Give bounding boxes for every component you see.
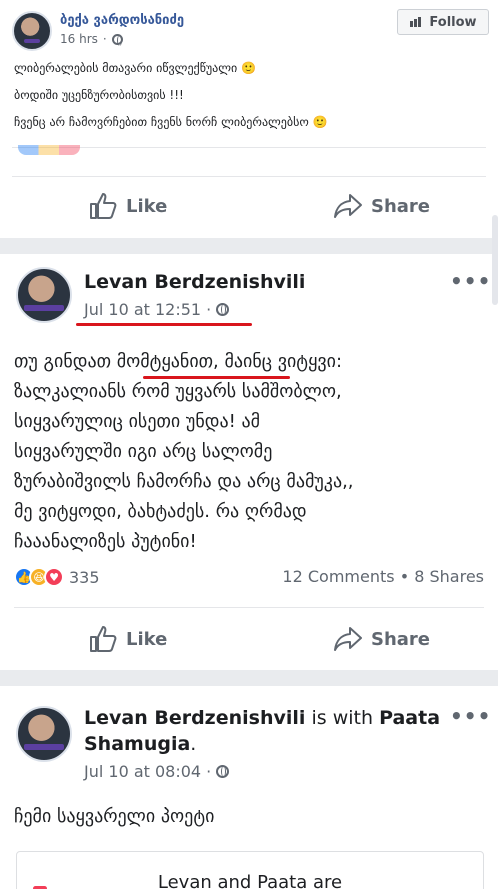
avatar-band	[24, 39, 40, 43]
avatar-band	[24, 305, 64, 311]
post-time[interactable]: Jul 10 at 12:51	[84, 300, 201, 319]
post-line: სიყვარულიც ისეთი უნდა! ამ	[14, 411, 261, 432]
author-name[interactable]: ბექა ვარდოსანიძე	[60, 13, 184, 28]
post-line: თუ გინდათ მომტყანით, მაინც ვიტყვი:	[14, 351, 343, 372]
highlight-underline	[143, 376, 290, 379]
post-line: ლიბერალების მთავარი იწვლექწუალი 🙂	[14, 61, 257, 75]
more-options-button[interactable]: •••	[450, 704, 491, 728]
author-avatar[interactable]	[16, 267, 72, 323]
globe-icon	[111, 33, 123, 46]
shares-count[interactable]: 8 Shares	[414, 567, 484, 586]
author-name[interactable]: Levan Berdzenishvili	[84, 707, 305, 729]
reactions-summary[interactable]: 👍 😆 ♥ 335	[14, 567, 100, 587]
post-line: ჩვენც არ ჩამოვრჩებით ჩვენს ნორჩ ლიბერალე…	[14, 115, 328, 129]
divider	[14, 607, 484, 608]
divider	[12, 147, 486, 148]
tagged-name[interactable]: Paata	[379, 707, 440, 729]
share-label: Share	[371, 195, 431, 217]
love-reaction-icon: ♥	[44, 567, 64, 587]
post-line: ჩააანალიზეს პუტინი!	[14, 531, 197, 552]
like-button[interactable]: Like	[88, 192, 167, 220]
post-line: სიყვარულში იგი არც სალომე	[14, 441, 273, 462]
author-avatar[interactable]	[16, 706, 72, 762]
post-time[interactable]: Jul 10 at 08:04	[84, 762, 201, 781]
post-time[interactable]: 16 hrs	[60, 32, 98, 46]
author-name[interactable]: Levan Berdzenishvili	[84, 271, 305, 293]
scrollbar[interactable]	[492, 215, 498, 305]
post-line: ბოდიში უცენზურობისთვის !!!	[14, 88, 184, 102]
engagement-counts: 12 Comments • 8 Shares	[282, 567, 484, 586]
post-meta: 16 hrs ·	[60, 32, 123, 46]
follow-button[interactable]: Follow	[397, 9, 489, 35]
more-options-button[interactable]: •••	[450, 269, 491, 293]
attachment-card[interactable]: Levan and Paata are	[16, 851, 484, 889]
share-arrow-icon	[334, 194, 362, 218]
post-body: ჩემი საყვარელი პოეტი	[14, 806, 215, 827]
feed-gap	[0, 238, 498, 254]
share-button[interactable]: Share	[333, 625, 430, 653]
post-line: ზალკალიანს რომ უყვარს სამშობლო,	[14, 381, 342, 402]
reaction-peek	[18, 145, 80, 155]
post-meta: Jul 10 at 12:51 ·	[84, 300, 230, 319]
highlight-underline	[76, 323, 252, 326]
share-button[interactable]: Share	[333, 192, 430, 220]
follow-icon	[410, 17, 422, 27]
globe-icon	[216, 303, 230, 316]
like-button[interactable]: Like	[88, 625, 167, 653]
avatar-band	[24, 744, 64, 750]
author-avatar[interactable]	[12, 11, 52, 51]
globe-icon	[216, 765, 230, 778]
thumbs-up-icon	[90, 193, 117, 219]
reaction-count: 335	[69, 567, 100, 587]
attachment-title: Levan and Paata are	[157, 872, 343, 889]
like-label: Like	[126, 195, 168, 217]
thumbs-up-icon	[90, 626, 117, 652]
post-header-line: Levan Berdzenishvili is with Paata Shamu…	[84, 707, 441, 755]
share-label: Share	[371, 628, 431, 650]
post-line: მე ვიტყოდი, ბახტაძეს. რა ღრმად	[14, 501, 307, 522]
post-line: ზურაბიშვილს ჩამორჩა და არც მამუკა,,	[14, 471, 354, 492]
with-text: is with	[311, 707, 374, 729]
divider	[12, 176, 486, 177]
top-post-body: ლიბერალების მთავარი იწვლექწუალი 🙂 ბოდიში…	[14, 55, 328, 136]
post-meta: Jul 10 at 08:04 ·	[84, 762, 230, 781]
share-arrow-icon	[334, 627, 362, 651]
like-label: Like	[126, 628, 168, 650]
follow-label: Follow	[429, 14, 477, 30]
feed-gap	[0, 670, 498, 686]
comments-count[interactable]: 12 Comments	[282, 567, 394, 586]
tagged-name[interactable]: Shamugia	[84, 733, 190, 755]
